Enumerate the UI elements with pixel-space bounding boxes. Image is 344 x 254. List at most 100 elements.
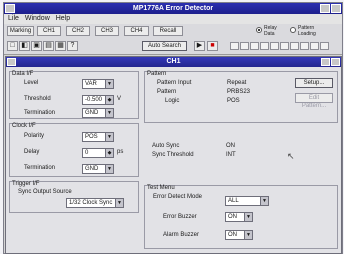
recall-button[interactable]: Recall bbox=[153, 26, 183, 36]
save-icon[interactable]: ▣ bbox=[31, 41, 42, 51]
menu-help[interactable]: Help bbox=[56, 14, 70, 24]
open-icon[interactable]: ◧ bbox=[19, 41, 30, 51]
trigger-if-group: Trigger I/F Sync Output Source 1/32 Cloc… bbox=[9, 181, 139, 213]
panel-menu-button[interactable] bbox=[7, 58, 16, 66]
status-segment bbox=[250, 42, 259, 50]
panel-minimize-button[interactable] bbox=[321, 58, 330, 66]
menu-file[interactable]: Lile bbox=[8, 14, 19, 24]
status-segment bbox=[280, 42, 289, 50]
status-segment bbox=[270, 42, 279, 50]
status-segment bbox=[300, 42, 309, 50]
chevron-down-icon: ▼ bbox=[115, 199, 123, 207]
pattern-loading-label: Pattern Loading bbox=[298, 25, 316, 37]
error-detect-mode-label: Error Detect Mode bbox=[153, 194, 203, 200]
sync-threshold-label: Sync Threshold bbox=[152, 152, 194, 158]
status-segment bbox=[240, 42, 249, 50]
polarity-select[interactable]: POS ▼ bbox=[82, 132, 114, 142]
main-window: MP1776A Error Detector Lile Window Help … bbox=[3, 2, 343, 254]
window-title: MP1776A Error Detector bbox=[132, 5, 214, 12]
test-menu-group: Test Menu Error Detect Mode ALL ▼ Error B… bbox=[144, 185, 338, 249]
error-detect-mode-select[interactable]: ALL ▼ bbox=[225, 196, 269, 206]
panel-title: CH1 bbox=[166, 58, 181, 65]
sync-threshold-value: INT bbox=[226, 152, 236, 158]
status-segment bbox=[290, 42, 299, 50]
system-menu-button[interactable] bbox=[5, 4, 15, 13]
threshold-label: Threshold bbox=[24, 96, 51, 102]
panel-title-bar: CH1 bbox=[6, 57, 341, 67]
logic-value: POS bbox=[227, 98, 240, 104]
toolbar: Marking CH1 CH2 CH3 CH4 Recall Relay Dat… bbox=[4, 24, 342, 39]
data-termination-select[interactable]: GND ▼ bbox=[82, 108, 114, 118]
minimize-button[interactable] bbox=[320, 4, 330, 13]
panel-maximize-button[interactable] bbox=[331, 58, 340, 66]
clock-if-group: Clock I/F Polarity POS ▼ Delay 0 ◆ ps Term… bbox=[9, 123, 139, 177]
delay-value: 0 bbox=[85, 150, 89, 156]
status-segment bbox=[320, 42, 329, 50]
new-icon[interactable]: □ bbox=[7, 41, 18, 51]
clock-if-title: Clock I/F bbox=[12, 123, 36, 129]
menu-window[interactable]: Window bbox=[25, 14, 50, 24]
sync-output-source-value: 1/32 Clock Sync bbox=[69, 200, 113, 206]
ch2-button[interactable]: CH2 bbox=[66, 26, 90, 36]
level-value: VAR bbox=[85, 81, 97, 87]
alarm-buzzer-label: Alarm Buzzer bbox=[163, 232, 200, 238]
data-if-group: Data I/F Level VAR ▼ Threshold -0.500 ◆ V … bbox=[9, 71, 139, 119]
relay-data-radio[interactable] bbox=[256, 27, 262, 33]
data-termination-value: GND bbox=[85, 110, 99, 116]
title-bar: MP1776A Error Detector bbox=[4, 3, 342, 14]
status-segment bbox=[260, 42, 269, 50]
threshold-input[interactable]: -0.500 ◆ bbox=[82, 95, 114, 105]
chevron-down-icon: ▼ bbox=[260, 197, 268, 205]
sync-output-source-select[interactable]: 1/32 Clock Sync ▼ bbox=[66, 198, 124, 208]
error-detect-mode-value: ALL bbox=[228, 198, 239, 204]
polarity-label: Polarity bbox=[24, 133, 45, 139]
clock-termination-label: Termination bbox=[24, 165, 56, 171]
pattern-input-label: Pattern Input bbox=[157, 80, 192, 86]
spin-icon: ◆ bbox=[105, 96, 113, 104]
polarity-value: POS bbox=[85, 134, 98, 140]
alarm-buzzer-select[interactable]: ON ▼ bbox=[225, 230, 253, 240]
status-segment bbox=[310, 42, 319, 50]
pattern-label: Pattern bbox=[157, 89, 177, 95]
chevron-down-icon: ▼ bbox=[105, 133, 113, 141]
pattern-input-value: Repeat bbox=[227, 80, 247, 86]
auto-sync-label: Auto Sync bbox=[152, 143, 180, 149]
print-icon[interactable]: ▤ bbox=[43, 41, 54, 51]
ch1-panel: CH1 Data I/F Level VAR ▼ Threshold -0.500… bbox=[5, 56, 342, 254]
error-buzzer-label: Error Buzzer bbox=[163, 214, 197, 220]
play-icon[interactable]: ▶ bbox=[194, 41, 205, 51]
pattern-loading-radio[interactable] bbox=[290, 27, 296, 33]
threshold-unit: V bbox=[117, 96, 122, 102]
stop-icon[interactable]: ■ bbox=[207, 41, 218, 51]
error-buzzer-select[interactable]: ON ▼ bbox=[225, 212, 253, 222]
delay-label: Delay bbox=[24, 149, 40, 155]
settings-icon[interactable]: ▦ bbox=[55, 41, 66, 51]
marking-button[interactable]: Marking bbox=[7, 26, 34, 36]
chevron-down-icon: ▼ bbox=[105, 109, 113, 117]
logic-label: Logic bbox=[165, 98, 180, 104]
test-menu-title: Test Menu bbox=[147, 185, 175, 191]
delay-unit: ps bbox=[117, 149, 124, 155]
auto-search-button[interactable]: Auto Search bbox=[142, 41, 187, 51]
clock-termination-value: GND bbox=[85, 166, 99, 172]
setup-button[interactable]: Setup... bbox=[295, 78, 333, 88]
auto-sync-value: ON bbox=[226, 143, 235, 149]
delay-input[interactable]: 0 ◆ bbox=[82, 148, 114, 158]
alarm-buzzer-value: ON bbox=[228, 232, 237, 238]
clock-termination-select[interactable]: GND ▼ bbox=[82, 164, 114, 174]
help-icon[interactable]: ? bbox=[67, 41, 78, 51]
ch1-button[interactable]: CH1 bbox=[37, 26, 61, 36]
ch3-button[interactable]: CH3 bbox=[95, 26, 119, 36]
pattern-value: PRBS23 bbox=[227, 89, 251, 95]
maximize-button[interactable] bbox=[331, 4, 341, 13]
threshold-value: -0.500 bbox=[85, 97, 103, 103]
mouse-cursor-icon: ↖ bbox=[287, 151, 295, 161]
sync-output-source-label: Sync Output Source bbox=[18, 189, 72, 195]
data-termination-label: Termination bbox=[24, 110, 56, 116]
pattern-group: Pattern Pattern Input Repeat Pattern PRB… bbox=[144, 71, 338, 123]
error-buzzer-value: ON bbox=[228, 214, 237, 220]
edit-pattern-button[interactable]: Edit Pattern... bbox=[295, 93, 333, 109]
ch4-button[interactable]: CH4 bbox=[124, 26, 149, 36]
pattern-title: Pattern bbox=[147, 71, 167, 77]
level-select[interactable]: VAR ▼ bbox=[82, 79, 114, 89]
